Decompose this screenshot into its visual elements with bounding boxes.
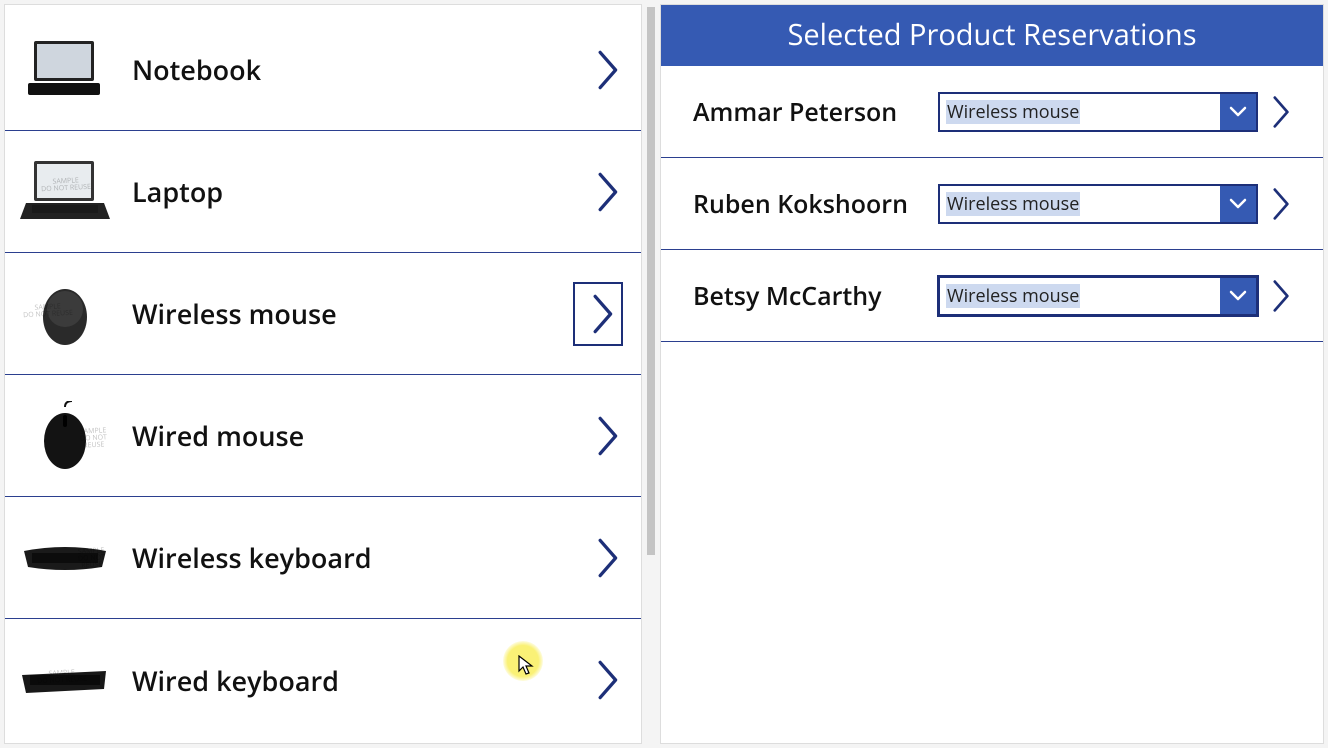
chevron-down-icon[interactable]	[1220, 94, 1256, 130]
product-label: Notebook	[132, 51, 261, 88]
product-item-laptop[interactable]: SAMPLEDO NOT REUSE Laptop	[5, 131, 641, 253]
chevron-down-icon[interactable]	[1220, 278, 1256, 314]
product-select-value: Wireless mouse	[940, 94, 1220, 130]
chevron-right-icon[interactable]	[595, 658, 623, 702]
chevron-right-icon[interactable]	[1270, 186, 1294, 222]
reservation-row: Ammar Peterson Wireless mouse	[661, 66, 1323, 158]
reservation-row: Ruben Kokshoorn Wireless mouse	[661, 158, 1323, 250]
product-thumb-notebook	[17, 30, 112, 110]
product-label: Wired keyboard	[132, 662, 339, 699]
chevron-right-icon[interactable]	[1270, 94, 1294, 130]
chevron-right-icon[interactable]	[595, 170, 623, 214]
reservation-name: Ruben Kokshoorn	[693, 187, 938, 221]
reservation-name: Ammar Peterson	[693, 95, 938, 129]
reservation-name: Betsy McCarthy	[693, 279, 938, 313]
reservation-row: Betsy McCarthy Wireless mouse	[661, 250, 1323, 342]
product-label: Wireless mouse	[132, 295, 337, 332]
product-label: Laptop	[132, 173, 223, 210]
chevron-right-icon[interactable]	[1270, 278, 1294, 314]
chevron-right-icon[interactable]	[595, 414, 623, 458]
chevron-down-icon[interactable]	[1220, 186, 1256, 222]
product-select[interactable]: Wireless mouse	[938, 184, 1258, 224]
product-select[interactable]: Wireless mouse	[938, 276, 1258, 316]
chevron-right-icon[interactable]	[573, 282, 623, 346]
chevron-right-icon[interactable]	[595, 48, 623, 92]
product-item-wireless-keyboard[interactable]: SAMPLEDO NOT REUSE Wireless keyboard	[5, 497, 641, 619]
product-thumb-laptop: SAMPLEDO NOT REUSE	[17, 152, 112, 232]
product-select-value: Wireless mouse	[940, 186, 1220, 222]
product-item-wireless-mouse[interactable]: SAMPLEDO NOT REUSE Wireless mouse	[5, 253, 641, 375]
product-thumb-wired-keyboard: SAMPLEDO NOT REUSE	[17, 640, 112, 720]
product-thumb-wired-mouse: SAMPLEDO NOT REUSE	[17, 396, 112, 476]
reservations-header: Selected Product Reservations	[661, 5, 1323, 66]
vertical-scrollbar[interactable]	[646, 4, 656, 744]
product-select[interactable]: Wireless mouse	[938, 92, 1258, 132]
reservations-pane: Selected Product Reservations Ammar Pete…	[660, 4, 1324, 744]
product-list: Notebook SAMPLEDO NOT REUSE Laptop	[5, 5, 641, 741]
product-thumb-wireless-keyboard: SAMPLEDO NOT REUSE	[17, 518, 112, 598]
product-item-wired-mouse[interactable]: SAMPLEDO NOT REUSE Wired mouse	[5, 375, 641, 497]
product-label: Wireless keyboard	[132, 539, 372, 576]
chevron-right-icon[interactable]	[595, 536, 623, 580]
product-select-value: Wireless mouse	[940, 278, 1220, 314]
product-label: Wired mouse	[132, 417, 304, 454]
product-thumb-wireless-mouse: SAMPLEDO NOT REUSE	[17, 274, 112, 354]
product-list-pane: Notebook SAMPLEDO NOT REUSE Laptop	[4, 4, 642, 744]
product-item-wired-keyboard[interactable]: SAMPLEDO NOT REUSE Wired keyboard	[5, 619, 641, 741]
product-item-notebook[interactable]: Notebook	[5, 9, 641, 131]
